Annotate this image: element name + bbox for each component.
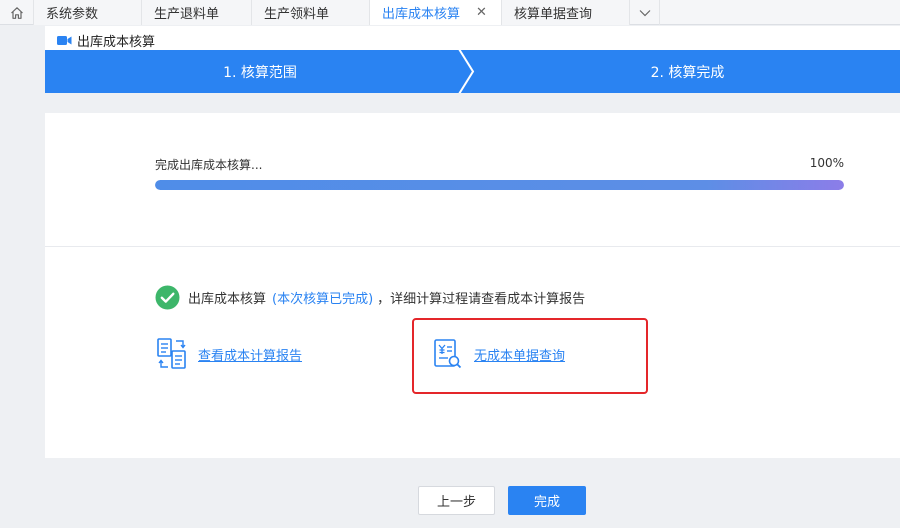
result-status-note: (本次核算已完成): [272, 291, 374, 307]
tab-production-picking[interactable]: 生产领料单: [252, 0, 370, 25]
view-cost-report-label[interactable]: 查看成本计算报告: [198, 345, 302, 364]
result-main-text: 出库成本核算: [188, 291, 267, 307]
close-icon[interactable]: ✕: [476, 5, 487, 20]
page-title-text: 出库成本核算: [77, 34, 156, 50]
divider: [45, 246, 900, 247]
step-1: 1. 核算范围: [45, 50, 475, 93]
progress-fill: [155, 180, 844, 190]
tab-bar: 系统参数 生产退料单 生产领料单 出库成本核算 ✕ 核算单据查询: [0, 0, 900, 25]
tab-production-return[interactable]: 生产退料单: [142, 0, 252, 25]
main-panel: 出库成本核算 1. 核算范围 2. 核算完成 完成出库成本核算... 100% …: [45, 26, 900, 458]
tab-label: 系统参数: [46, 7, 99, 22]
step-label: 1. 核算范围: [223, 64, 297, 81]
step-indicator: 1. 核算范围 2. 核算完成: [45, 50, 900, 93]
section-gap: [45, 93, 900, 113]
step-label: 2. 核算完成: [650, 64, 725, 81]
tab-accounting-query[interactable]: 核算单据查询: [502, 0, 630, 25]
step-2: 2. 核算完成: [475, 50, 900, 93]
result-message: 出库成本核算 (本次核算已完成) ，详细计算过程请查看成本计算报告: [155, 284, 585, 310]
tab-outbound-cost[interactable]: 出库成本核算 ✕: [370, 0, 502, 25]
tab-overflow-button[interactable]: [630, 0, 660, 25]
report-exchange-icon: [157, 338, 186, 369]
tab-system-params[interactable]: 系统参数: [34, 0, 142, 25]
chevron-down-icon: [639, 9, 650, 16]
progress-percent: 100%: [809, 156, 844, 170]
tab-label: 生产领料单: [264, 7, 330, 22]
tab-label: 生产退料单: [154, 7, 220, 22]
finish-button[interactable]: 完成: [508, 486, 586, 515]
progress-bar: [155, 180, 844, 190]
page-title: 出库成本核算: [57, 30, 155, 50]
view-cost-report-link[interactable]: 查看成本计算报告: [155, 336, 302, 372]
progress-label: 完成出库成本核算...: [155, 158, 263, 172]
previous-step-button[interactable]: 上一步: [418, 486, 495, 515]
left-rail: [0, 26, 45, 528]
result-tail-text: ，详细计算过程请查看成本计算报告: [377, 291, 586, 307]
highlight-box: [412, 318, 648, 394]
tab-label: 出库成本核算: [382, 7, 461, 22]
home-icon: [10, 6, 23, 19]
tab-label: 核算单据查询: [514, 7, 593, 22]
video-icon: [57, 35, 72, 46]
home-tab[interactable]: [0, 0, 34, 25]
check-circle-icon: [155, 285, 180, 309]
